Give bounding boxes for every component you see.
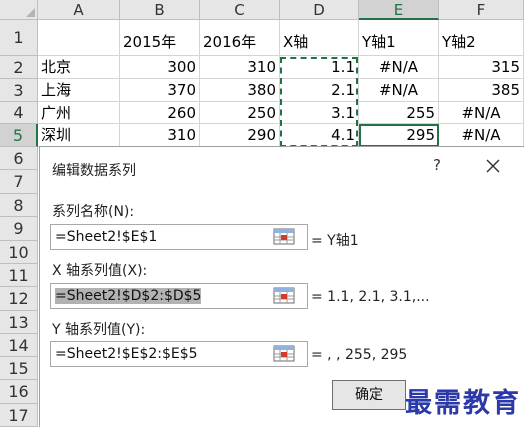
y-values-value: =Sheet2!$E$2:$E$5 <box>55 346 198 362</box>
ok-button[interactable]: 确定 <box>332 380 406 410</box>
row-header-2[interactable]: 2 <box>0 56 38 79</box>
x-values-label: X 轴系列值(X): <box>52 263 148 279</box>
cell-f3[interactable]: 385 <box>439 79 524 102</box>
cell-d4[interactable]: 3.1 <box>280 102 359 124</box>
dialog-title: 编辑数据系列 <box>52 163 136 179</box>
help-button[interactable]: ? <box>428 156 446 178</box>
row-header-9[interactable]: 9 <box>0 217 38 241</box>
cell-c4[interactable]: 250 <box>200 102 280 124</box>
cell-b4[interactable]: 260 <box>120 102 200 124</box>
row-header-17[interactable]: 17 <box>0 404 38 427</box>
row-header-15[interactable]: 15 <box>0 357 38 380</box>
cell-f2[interactable]: 315 <box>439 56 524 79</box>
y-values-input[interactable]: =Sheet2!$E$2:$E$5 <box>50 341 308 367</box>
cell-d3[interactable]: 2.1 <box>280 79 359 102</box>
row-header-1[interactable]: 1 <box>0 20 38 56</box>
cell-e3[interactable]: #N/A <box>359 79 439 102</box>
range-selector-icon[interactable] <box>273 344 295 364</box>
row-header-4[interactable]: 4 <box>0 102 38 124</box>
cell-e5[interactable]: 295 <box>359 124 439 147</box>
cell-c3[interactable]: 380 <box>200 79 280 102</box>
column-header-c[interactable]: C <box>200 0 280 20</box>
row-header-7[interactable]: 7 <box>0 170 38 194</box>
row-header-8[interactable]: 8 <box>0 194 38 217</box>
cell-d5[interactable]: 4.1 <box>280 124 359 147</box>
y-values-result: = , , 255, 295 <box>311 347 408 363</box>
row-header-6[interactable]: 6 <box>0 147 38 170</box>
column-header-f[interactable]: F <box>439 0 524 20</box>
x-values-input[interactable]: =Sheet2!$D$2:$D$5 <box>50 283 308 309</box>
range-selector-icon[interactable] <box>273 227 295 247</box>
column-header-e[interactable]: E <box>359 0 439 20</box>
series-name-value: =Sheet2!$E$1 <box>55 229 158 245</box>
cell-f5[interactable]: #N/A <box>439 124 524 147</box>
series-name-label: 系列名称(N): <box>52 204 135 220</box>
cell-b1[interactable]: 2015年 <box>120 20 200 56</box>
x-values-value: =Sheet2!$D$2:$D$5 <box>55 288 202 304</box>
cell-c1[interactable]: 2016年 <box>200 20 280 56</box>
cell-e1[interactable]: Y轴1 <box>359 20 439 56</box>
cell-a4[interactable]: 广州 <box>38 102 120 124</box>
cell-e2[interactable]: #N/A <box>359 56 439 79</box>
row-header-5[interactable]: 5 <box>0 124 38 147</box>
row-header-14[interactable]: 14 <box>0 334 38 357</box>
edit-series-dialog: 编辑数据系列 ? 系列名称(N): =Sheet2!$E$1 = Y轴1 X 轴… <box>39 146 524 427</box>
cell-f1[interactable]: Y轴2 <box>439 20 524 56</box>
column-header-a[interactable]: A <box>38 0 120 20</box>
close-icon[interactable] <box>485 158 501 174</box>
select-all-icon <box>26 8 35 17</box>
cell-c2[interactable]: 310 <box>200 56 280 79</box>
cell-d2[interactable]: 1.1 <box>280 56 359 79</box>
row-header-12[interactable]: 12 <box>0 287 38 311</box>
cell-f4[interactable]: #N/A <box>439 102 524 124</box>
cell-a5[interactable]: 深圳 <box>38 124 120 147</box>
watermark-logo: 最需教育 <box>405 388 521 419</box>
x-values-result: = 1.1, 2.1, 3.1,... <box>311 289 430 305</box>
cell-a2[interactable]: 北京 <box>38 56 120 79</box>
row-header-16[interactable]: 16 <box>0 380 38 404</box>
series-name-input[interactable]: =Sheet2!$E$1 <box>50 224 308 250</box>
cell-a1[interactable] <box>38 20 120 56</box>
range-selector-icon[interactable] <box>273 286 295 306</box>
cell-b5[interactable]: 310 <box>120 124 200 147</box>
cell-e4[interactable]: 255 <box>359 102 439 124</box>
y-values-label: Y 轴系列值(Y): <box>52 322 146 338</box>
column-header-d[interactable]: D <box>280 0 359 20</box>
column-header-b[interactable]: B <box>120 0 200 20</box>
select-all-corner[interactable] <box>0 0 38 20</box>
cell-b3[interactable]: 370 <box>120 79 200 102</box>
cell-a3[interactable]: 上海 <box>38 79 120 102</box>
row-header-10[interactable]: 10 <box>0 241 38 264</box>
row-header-11[interactable]: 11 <box>0 264 38 287</box>
row-header-13[interactable]: 13 <box>0 311 38 334</box>
cell-b2[interactable]: 300 <box>120 56 200 79</box>
cell-d1[interactable]: X轴 <box>280 20 359 56</box>
row-header-3[interactable]: 3 <box>0 79 38 102</box>
series-name-result: = Y轴1 <box>311 233 359 249</box>
cell-c5[interactable]: 290 <box>200 124 280 147</box>
